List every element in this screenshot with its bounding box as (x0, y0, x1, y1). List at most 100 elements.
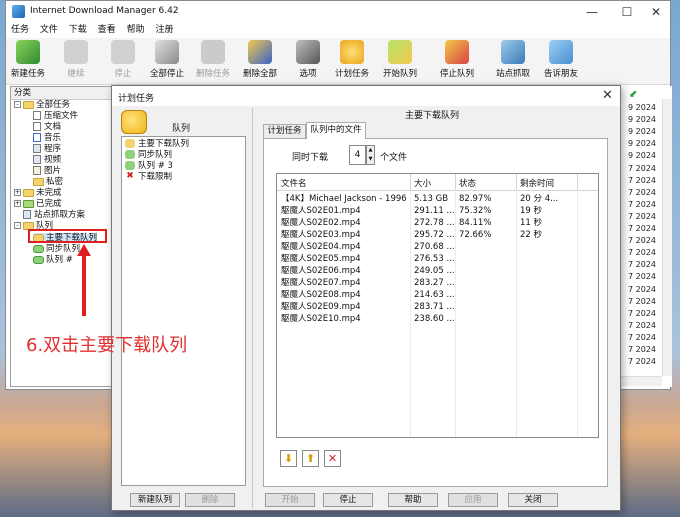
table-cell-name: 【4K】Michael Jackson - 1996 ... (281, 194, 408, 204)
up-arrow-icon: ⬆ (305, 452, 316, 465)
tree-images-label: 图片 (44, 166, 62, 176)
tree-all[interactable]: - 全部任务 (14, 100, 70, 110)
date-cell: 7 2024 (628, 284, 656, 294)
delete-all-button[interactable]: 删除全部 (243, 40, 277, 79)
tree-grabber[interactable]: 站点抓取方案 (23, 210, 85, 220)
tree-all-label: 全部任务 (36, 100, 71, 110)
queue-item-main[interactable]: 主要下载队列 (125, 139, 189, 150)
tree-programs[interactable]: 程序 (33, 144, 61, 154)
tree-compressed[interactable]: 压缩文件 (33, 111, 78, 121)
tree-sync-queue-label: 同步队列 (46, 244, 81, 254)
delete-queue-button[interactable]: 删除 (185, 493, 235, 507)
tree-docs-label: 文档 (44, 122, 62, 132)
menu-view[interactable]: 查看 (98, 22, 116, 38)
start-flag-icon (388, 40, 412, 64)
annotation-arrow-icon (77, 244, 91, 316)
sort-arrow-icon: ⬋ (629, 89, 638, 100)
collapse-icon[interactable]: - (14, 101, 21, 108)
tree-queue-n[interactable]: 队列 # (33, 255, 73, 265)
start-queue-button[interactable]: 开始队列 (383, 40, 417, 79)
stop-label: 停止 (114, 69, 132, 79)
document-icon (33, 122, 41, 131)
move-down-button[interactable]: ⬇ (280, 450, 297, 467)
move-up-button[interactable]: ⬆ (302, 450, 319, 467)
highlight-box (28, 229, 107, 243)
apply-button[interactable]: 应用 (448, 493, 498, 507)
menu-download[interactable]: 下载 (69, 22, 87, 38)
category-header: 分类 (11, 87, 114, 100)
divider (252, 108, 253, 508)
date-cell: 7 2024 (628, 187, 656, 197)
vertical-scrollbar[interactable] (662, 99, 672, 376)
menu-file[interactable]: 文件 (40, 22, 58, 38)
tree-finished[interactable]: + 已完成 (14, 199, 62, 209)
new-queue-button[interactable]: 新建队列 (130, 493, 180, 507)
delete-task-button[interactable]: 删除任务 (196, 40, 230, 79)
options-button[interactable]: 选项 (296, 40, 320, 79)
close-dialog-button[interactable]: 关闭 (508, 493, 558, 507)
queue-item-label: 主要下载队列 (138, 139, 190, 149)
grabber-button[interactable]: 站点抓取 (496, 40, 530, 79)
header-divider (277, 190, 598, 191)
collapse-icon[interactable]: - (14, 222, 21, 229)
table-cell-size: 283.27 ... (414, 278, 454, 288)
tree-docs[interactable]: 文档 (33, 122, 61, 132)
stop-button[interactable]: 停止 (323, 493, 373, 507)
col-remaining[interactable]: 剩余时间 (520, 177, 554, 189)
dialog-close-icon[interactable]: ✕ (602, 88, 613, 103)
tree-images[interactable]: 图片 (33, 166, 61, 176)
down-arrow-icon: ⬇ (283, 452, 294, 465)
expand-icon[interactable]: + (14, 200, 21, 207)
resume-button[interactable]: 继续 (64, 40, 88, 79)
tab-files-in-queue[interactable]: 队列中的文件 (306, 122, 366, 139)
tree-private[interactable]: 私密 (33, 177, 63, 187)
table-cell-name: 駆魔人S02E07.mp4 (281, 278, 361, 288)
table-cell-name: 駆魔人S02E06.mp4 (281, 266, 361, 276)
remove-button[interactable]: ✕ (324, 450, 341, 467)
concurrent-spinner[interactable]: ▲ ▼ (366, 145, 375, 165)
stop-all-label: 全部停止 (150, 69, 185, 79)
image-icon (33, 166, 41, 175)
queue-item-sync[interactable]: 同步队列 (125, 150, 172, 161)
resume-label: 继续 (67, 69, 85, 79)
menu-register[interactable]: 注册 (155, 22, 173, 38)
delete-task-label: 删除任务 (196, 69, 231, 79)
minimize-button[interactable]: — (578, 3, 606, 21)
scheduler-button[interactable]: 计划任务 (335, 40, 369, 79)
new-task-label: 新建任务 (11, 69, 46, 79)
help-button[interactable]: 帮助 (388, 493, 438, 507)
close-button[interactable]: ✕ (642, 3, 670, 21)
grid-line (455, 190, 456, 437)
menu-help[interactable]: 帮助 (127, 22, 145, 38)
maximize-button[interactable]: ☐ (613, 3, 641, 21)
queue-item-label: 同步队列 (138, 150, 173, 160)
expand-icon[interactable]: + (14, 189, 21, 196)
col-status[interactable]: 状态 (459, 177, 476, 189)
queue-item-limit[interactable]: ✖ 下载限制 (125, 172, 172, 183)
tell-friend-button[interactable]: 告诉朋友 (544, 40, 578, 79)
col-size[interactable]: 大小 (414, 177, 431, 189)
stop-icon (111, 40, 135, 64)
stop-queue-button[interactable]: 停止队列 (440, 40, 474, 79)
table-cell-status: 72.66% (459, 230, 492, 240)
music-note-icon (33, 133, 41, 142)
start-button[interactable]: 开始 (265, 493, 315, 507)
queue-list[interactable]: 主要下载队列 同步队列 队列 # 3 ✖ 下载限制 (121, 136, 246, 486)
scheduler-dialog: 计划任务 ✕ 队列 主要下载队列 同步队列 队列 # 3 ✖ 下载限制 主要下载队… (111, 85, 621, 511)
concurrent-input[interactable]: 4 (349, 145, 366, 165)
tree-video[interactable]: 视频 (33, 155, 61, 165)
queue-item-label: 下载限制 (138, 172, 173, 182)
tree-sync-queue[interactable]: 同步队列 (33, 244, 80, 254)
tab-schedule[interactable]: 计划任务 (263, 124, 306, 138)
files-table[interactable]: 文件名 大小 状态 剩余时间 【4K】Michael Jackson - 199… (276, 173, 599, 438)
queue-clock-icon (121, 110, 147, 134)
table-cell-remaining: 19 秒 (520, 206, 543, 216)
new-task-button[interactable]: 新建任务 (11, 40, 45, 79)
stop-all-button[interactable]: 全部停止 (150, 40, 184, 79)
tree-music[interactable]: 音乐 (33, 133, 61, 143)
col-filename[interactable]: 文件名 (281, 177, 307, 189)
queue-item-label: 队列 # 3 (138, 161, 173, 171)
stop-button[interactable]: 停止 (111, 40, 135, 79)
tree-unfinished[interactable]: + 未完成 (14, 188, 62, 198)
menu-task[interactable]: 任务 (11, 22, 29, 38)
